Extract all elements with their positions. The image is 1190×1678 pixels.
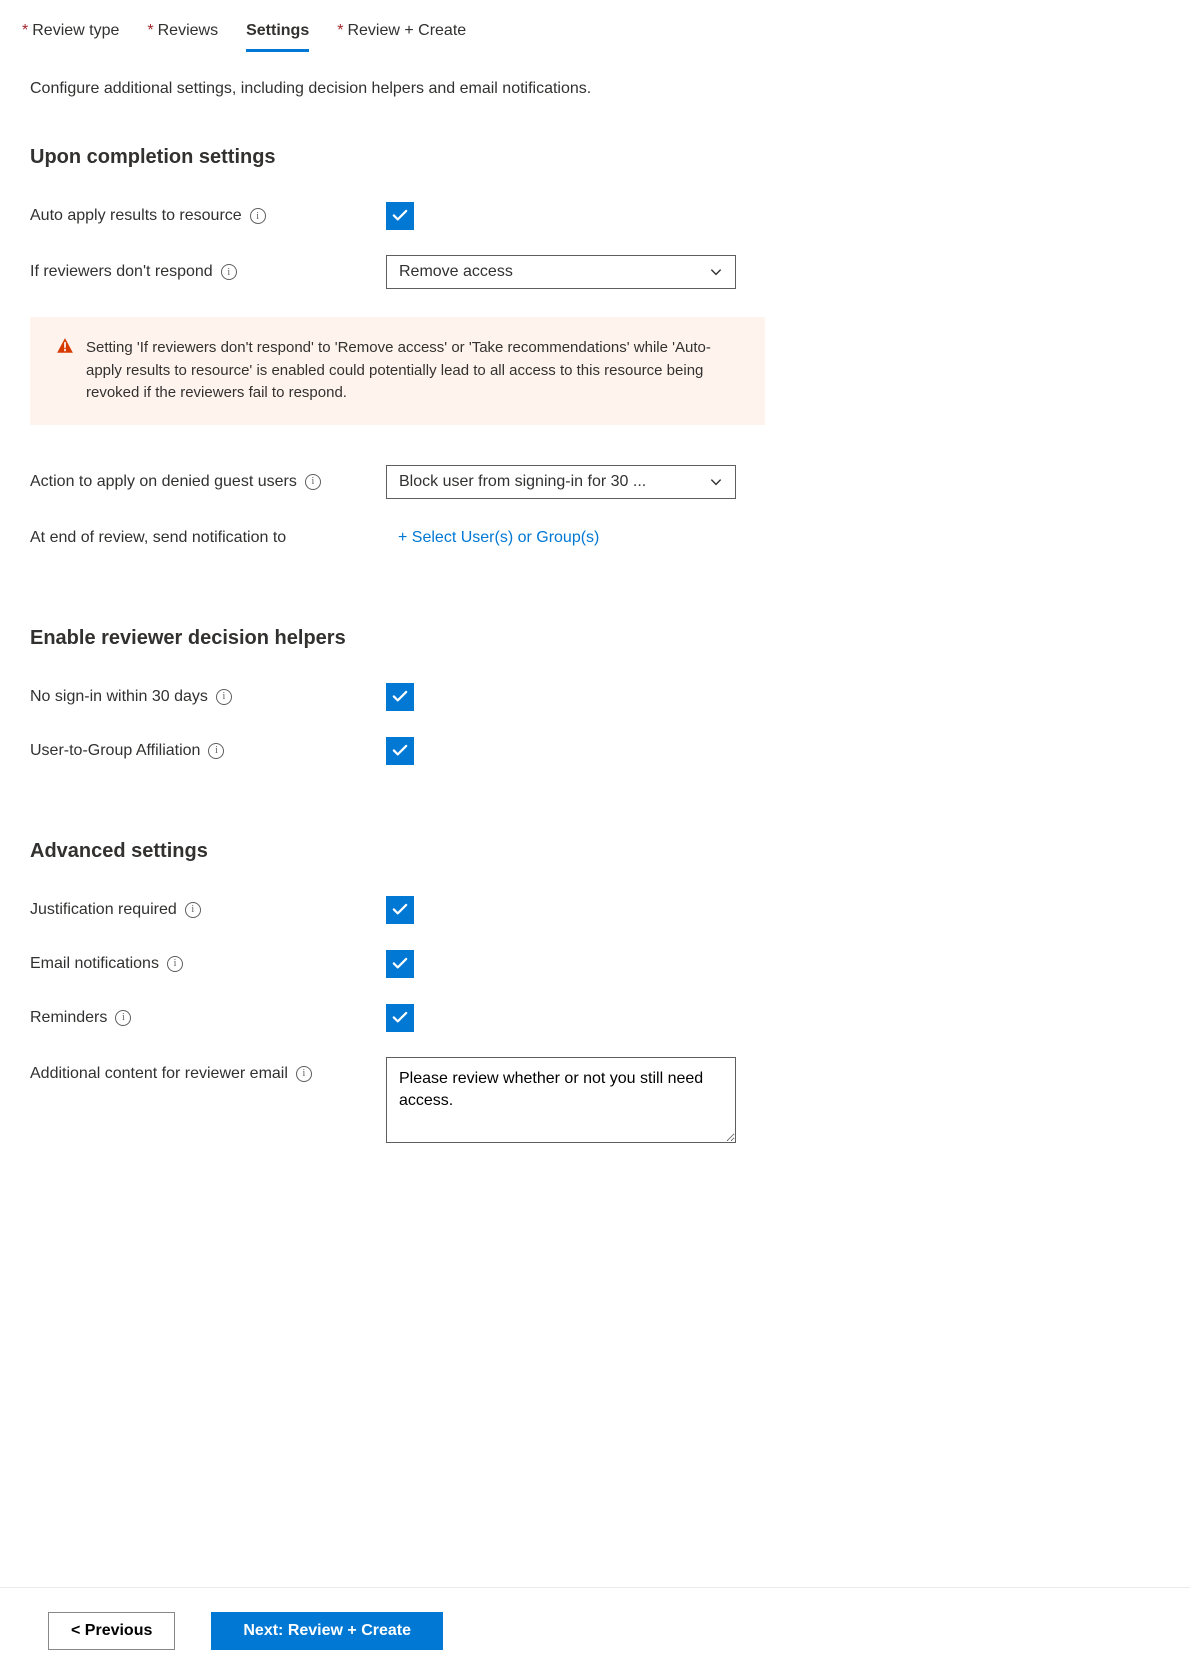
label-notification: At end of review, send notification to <box>30 529 386 547</box>
info-icon[interactable]: i <box>167 956 183 972</box>
label-additional-content: Additional content for reviewer email i <box>30 1057 386 1083</box>
dropdown-value: Remove access <box>399 263 513 281</box>
checkbox-email-notifications[interactable] <box>386 950 414 978</box>
info-icon[interactable]: i <box>208 743 224 759</box>
check-icon <box>391 955 409 973</box>
checkbox-reminders[interactable] <box>386 1004 414 1032</box>
tab-label: Review type <box>32 22 119 39</box>
check-icon <box>391 901 409 919</box>
label-affiliation: User-to-Group Affiliation i <box>30 742 386 760</box>
row-notification: At end of review, send notification to +… <box>30 523 1160 553</box>
textarea-additional-content[interactable] <box>386 1057 736 1143</box>
tab-bar: *Review type *Reviews Settings *Review +… <box>0 0 1190 54</box>
info-icon[interactable]: i <box>221 264 237 280</box>
chevron-down-icon <box>709 475 723 489</box>
tab-settings[interactable]: Settings <box>246 16 309 54</box>
row-denied-guest: Action to apply on denied guest users i … <box>30 465 1160 499</box>
required-asterisk: * <box>147 22 153 39</box>
next-button[interactable]: Next: Review + Create <box>211 1612 443 1650</box>
section-heading-completion: Upon completion settings <box>30 146 1160 169</box>
checkbox-no-signin[interactable] <box>386 683 414 711</box>
dropdown-denied-guest[interactable]: Block user from signing-in for 30 ... <box>386 465 736 499</box>
row-no-signin: No sign-in within 30 days i <box>30 682 1160 712</box>
tab-review-type[interactable]: *Review type <box>22 16 119 54</box>
required-asterisk: * <box>22 22 28 39</box>
tab-reviews[interactable]: * Reviews <box>147 16 218 54</box>
tab-label: Settings <box>246 22 309 39</box>
link-select-users[interactable]: + Select User(s) or Group(s) <box>386 525 611 551</box>
label-no-response: If reviewers don't respond i <box>30 263 386 281</box>
label-reminders: Reminders i <box>30 1009 386 1027</box>
checkbox-justification[interactable] <box>386 896 414 924</box>
info-icon[interactable]: i <box>185 902 201 918</box>
dropdown-value: Block user from signing-in for 30 ... <box>399 473 646 491</box>
info-icon[interactable]: i <box>296 1066 312 1082</box>
dropdown-no-response[interactable]: Remove access <box>386 255 736 289</box>
check-icon <box>391 742 409 760</box>
label-justification: Justification required i <box>30 901 386 919</box>
label-email-notifications: Email notifications i <box>30 955 386 973</box>
info-icon[interactable]: i <box>305 474 321 490</box>
chevron-down-icon <box>709 265 723 279</box>
label-auto-apply: Auto apply results to resource i <box>30 207 386 225</box>
checkbox-auto-apply[interactable] <box>386 202 414 230</box>
page-description: Configure additional settings, including… <box>30 80 1160 98</box>
warning-message: Setting 'If reviewers don't respond' to … <box>30 317 765 425</box>
info-icon[interactable]: i <box>115 1010 131 1026</box>
tab-label: Reviews <box>158 22 218 39</box>
tab-label: Review + Create <box>347 22 466 39</box>
section-heading-advanced: Advanced settings <box>30 840 1160 863</box>
row-email-notifications: Email notifications i <box>30 949 1160 979</box>
check-icon <box>391 207 409 225</box>
check-icon <box>391 688 409 706</box>
warning-icon <box>56 337 74 355</box>
row-additional-content: Additional content for reviewer email i <box>30 1057 1160 1143</box>
check-icon <box>391 1009 409 1027</box>
row-reminders: Reminders i <box>30 1003 1160 1033</box>
info-icon[interactable]: i <box>250 208 266 224</box>
row-justification: Justification required i <box>30 895 1160 925</box>
footer-buttons: < Previous Next: Review + Create <box>0 1587 1190 1678</box>
row-affiliation: User-to-Group Affiliation i <box>30 736 1160 766</box>
checkbox-affiliation[interactable] <box>386 737 414 765</box>
tab-review-create[interactable]: *Review + Create <box>337 16 466 54</box>
row-auto-apply: Auto apply results to resource i <box>30 201 1160 231</box>
section-heading-helpers: Enable reviewer decision helpers <box>30 627 1160 650</box>
content-area: Configure additional settings, including… <box>0 54 1190 1307</box>
warning-text: Setting 'If reviewers don't respond' to … <box>86 339 711 401</box>
previous-button[interactable]: < Previous <box>48 1612 175 1650</box>
label-denied-guest: Action to apply on denied guest users i <box>30 473 386 491</box>
required-asterisk: * <box>337 22 343 39</box>
info-icon[interactable]: i <box>216 689 232 705</box>
label-no-signin: No sign-in within 30 days i <box>30 688 386 706</box>
row-no-response: If reviewers don't respond i Remove acce… <box>30 255 1160 289</box>
